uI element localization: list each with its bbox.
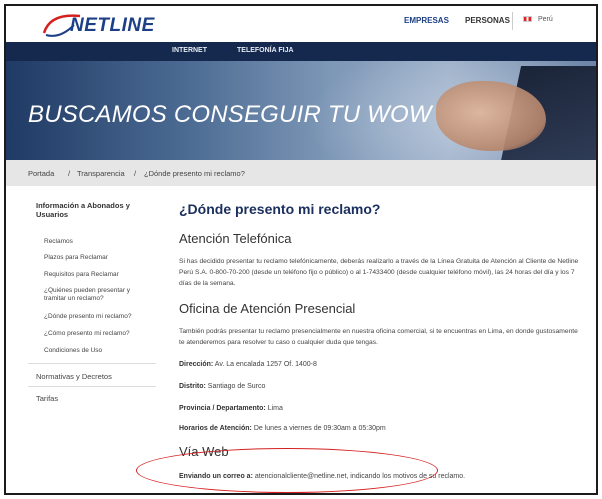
hero-banner: BUSCAMOS CONSEGUIR TU WOW (6, 61, 596, 160)
nav-empresas[interactable]: EMPRESAS (404, 16, 449, 25)
province-line: Provincia / Departamento: Lima (179, 405, 283, 412)
breadcrumb-separator: / (68, 169, 71, 178)
page-title: ¿Dónde presento mi reclamo? (179, 201, 381, 217)
breadcrumb-transparencia[interactable]: Transparencia (77, 169, 125, 178)
office-paragraph: También podrás presentar tu reclamo pres… (179, 328, 578, 346)
country-selector[interactable]: Perú (523, 16, 553, 23)
sidebar-divider (28, 386, 156, 387)
netline-logo[interactable]: NETLINE (40, 11, 190, 39)
sidebar-item-normativas[interactable]: Normativas y Decretos (36, 372, 112, 381)
nav-telefonia-fija[interactable]: TELEFONÍA FIJA (237, 47, 294, 54)
district-label: Distrito: (179, 383, 206, 390)
breadcrumb: Portada / Transparencia / ¿Dónde present… (6, 160, 596, 186)
address-value: Av. La encalada 1257 Of. 1400-8 (214, 361, 317, 368)
header-divider (512, 12, 513, 30)
district-value: Santiago de Surco (207, 383, 266, 390)
main-navbar: INTERNET TELEFONÍA FIJA (6, 42, 596, 61)
sidebar-item-plazos[interactable]: Plazos para Reclamar (44, 254, 152, 262)
nav-personas[interactable]: PERSONAS (465, 16, 510, 25)
sidebar-item-condiciones[interactable]: Condiciones de Uso (44, 347, 152, 355)
peru-flag-icon (523, 16, 532, 23)
site-header: NETLINE EMPRESAS PERSONAS Perú (6, 6, 596, 42)
page-frame: NETLINE EMPRESAS PERSONAS Perú INTERNET … (4, 4, 598, 495)
breadcrumb-portada[interactable]: Portada (28, 169, 54, 178)
address-label: Dirección: (179, 361, 214, 368)
hours-value: De lunes a viernes de 09:30am a 05:30pm (253, 425, 386, 432)
breadcrumb-separator: / (134, 169, 137, 178)
heading-oficina: Oficina de Atención Presencial (179, 301, 356, 316)
sidebar-section-title[interactable]: Información a Abonados y Usuarios (36, 201, 151, 219)
sidebar-item-donde[interactable]: ¿Dónde presento mi reclamo? (44, 313, 152, 321)
sidebar-item-como[interactable]: ¿Cómo presento mi reclamo? (44, 330, 152, 338)
sidebar-item-quienes[interactable]: ¿Quiénes pueden presentar y tramitar un … (44, 287, 152, 303)
country-label: Perú (538, 16, 553, 23)
heading-atencion-telefonica: Atención Telefónica (179, 231, 292, 246)
sidebar-item-requisitos[interactable]: Requisitos para Reclamar (44, 271, 152, 279)
phone-paragraph: Si has decidido presentar tu reclamo tel… (179, 258, 579, 287)
logo-text: NETLINE (70, 15, 155, 36)
sidebar-item-reclamos[interactable]: Reclamos (44, 238, 152, 246)
sidebar-item-tarifas[interactable]: Tarifas (36, 394, 58, 403)
hours-label: Horarios de Atención: (179, 425, 252, 432)
province-value: Lima (267, 405, 283, 412)
province-label: Provincia / Departamento: (179, 405, 266, 412)
sidebar-divider (28, 363, 156, 364)
banner-title: BUSCAMOS CONSEGUIR TU WOW (28, 101, 432, 128)
hours-line: Horarios de Atención: De lunes a viernes… (179, 425, 386, 432)
highlight-oval (136, 448, 438, 493)
address-line: Dirección: Av. La encalada 1257 Of. 1400… (179, 361, 317, 368)
breadcrumb-current: ¿Dónde presento mi reclamo? (144, 169, 245, 178)
nav-internet[interactable]: INTERNET (172, 47, 207, 54)
district-line: Distrito: Santiago de Surco (179, 383, 265, 390)
